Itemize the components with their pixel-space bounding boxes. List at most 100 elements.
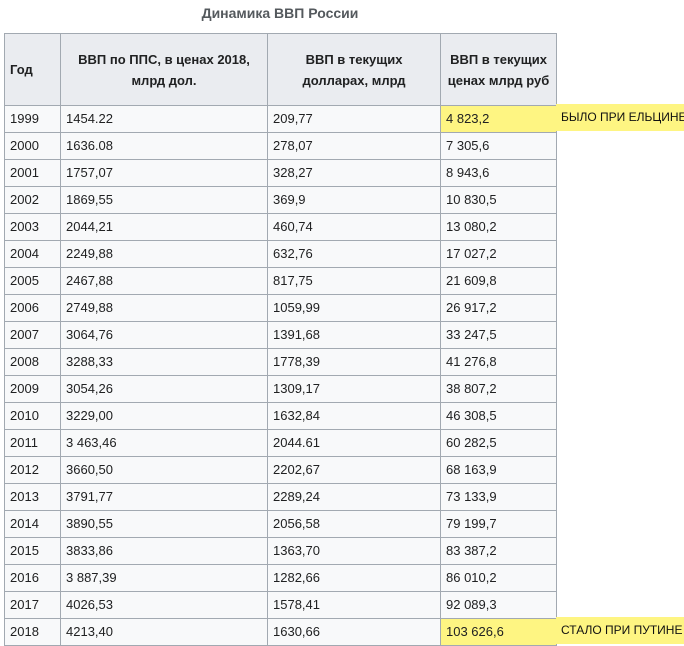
cell-year: 1999 (4, 105, 61, 133)
cell-year: 2011 (4, 429, 61, 457)
cell-usd: 369,9 (267, 186, 441, 214)
cell-year: 2014 (4, 510, 61, 538)
cell-usd: 1363,70 (267, 537, 441, 565)
cell-rub: 79 199,7 (440, 510, 557, 538)
cell-ppp: 3 463,46 (60, 429, 268, 457)
cell-ppp: 1454.22 (60, 105, 268, 133)
cell-rub: 83 387,2 (440, 537, 557, 565)
table-row: 2000 1636.08 278,07 7 305,6 (4, 132, 557, 160)
cell-rub: 17 027,2 (440, 240, 557, 268)
cell-rub: 21 609,8 (440, 267, 557, 295)
cell-year: 2009 (4, 375, 61, 403)
cell-ppp: 3064,76 (60, 321, 268, 349)
table-row: 2010 3229,00 1632,84 46 308,5 (4, 402, 557, 430)
table-row: 2016 3 887,39 1282,66 86 010,2 (4, 564, 557, 592)
cell-ppp: 3833,86 (60, 537, 268, 565)
cell-rub: 60 282,5 (440, 429, 557, 457)
cell-ppp: 1636.08 (60, 132, 268, 160)
cell-year: 2002 (4, 186, 61, 214)
cell-year: 2007 (4, 321, 61, 349)
cell-rub: 92 089,3 (440, 591, 557, 619)
cell-ppp: 2044,21 (60, 213, 268, 241)
table-row: 2013 3791,77 2289,24 73 133,9 (4, 483, 557, 511)
table-row: 2005 2467,88 817,75 21 609,8 (4, 267, 557, 295)
cell-ppp: 3660,50 (60, 456, 268, 484)
cell-usd: 1282,66 (267, 564, 441, 592)
header-year[interactable]: Год (4, 33, 61, 106)
cell-usd: 1778,39 (267, 348, 441, 376)
table-row: 2015 3833,86 1363,70 83 387,2 (4, 537, 557, 565)
cell-usd: 1391,68 (267, 321, 441, 349)
cell-ppp: 2467,88 (60, 267, 268, 295)
cell-year: 2017 (4, 591, 61, 619)
cell-usd: 1632,84 (267, 402, 441, 430)
cell-usd: 209,77 (267, 105, 441, 133)
cell-rub-highlighted: 4 823,2 (440, 105, 557, 133)
cell-ppp: 3890,55 (60, 510, 268, 538)
cell-ppp: 3 887,39 (60, 564, 268, 592)
cell-year: 2015 (4, 537, 61, 565)
cell-year: 2010 (4, 402, 61, 430)
cell-year: 2006 (4, 294, 61, 322)
table-caption: Динамика ВВП России (201, 5, 359, 21)
cell-usd: 1630,66 (267, 618, 441, 646)
cell-year: 2000 (4, 132, 61, 160)
cell-usd: 460,74 (267, 213, 441, 241)
cell-usd: 328,27 (267, 159, 441, 187)
cell-year: 2012 (4, 456, 61, 484)
cell-rub: 38 807,2 (440, 375, 557, 403)
cell-usd: 1578,41 (267, 591, 441, 619)
gdp-table: Год ВВП по ППС, в ценах 2018, млрд дол. … (4, 33, 557, 646)
table-row: 2009 3054,26 1309,17 38 807,2 (4, 375, 557, 403)
cell-ppp: 2749,88 (60, 294, 268, 322)
table-row: 2011 3 463,46 2044.61 60 282,5 (4, 429, 557, 457)
cell-rub: 8 943,6 (440, 159, 557, 187)
cell-year: 2013 (4, 483, 61, 511)
cell-rub: 41 276,8 (440, 348, 557, 376)
table-row: 2017 4026,53 1578,41 92 089,3 (4, 591, 557, 619)
cell-year: 2008 (4, 348, 61, 376)
cell-year: 2003 (4, 213, 61, 241)
table-row: 2008 3288,33 1778,39 41 276,8 (4, 348, 557, 376)
table-header-row: Год ВВП по ППС, в ценах 2018, млрд дол. … (4, 33, 557, 106)
cell-usd: 1059,99 (267, 294, 441, 322)
cell-year: 2016 (4, 564, 61, 592)
cell-year: 2004 (4, 240, 61, 268)
header-rub[interactable]: ВВП в текущих ценах млрд руб (440, 33, 557, 106)
cell-rub: 86 010,2 (440, 564, 557, 592)
table-row: 2006 2749,88 1059,99 26 917,2 (4, 294, 557, 322)
header-usd[interactable]: ВВП в текущих долларах, млрд (267, 33, 441, 106)
cell-usd: 278,07 (267, 132, 441, 160)
cell-ppp: 2249,88 (60, 240, 268, 268)
table-row: 2018 4213,40 1630,66 103 626,6 (4, 618, 557, 646)
table-row: 2012 3660,50 2202,67 68 163,9 (4, 456, 557, 484)
table-row: 2004 2249,88 632,76 17 027,2 (4, 240, 557, 268)
table-row: 2003 2044,21 460,74 13 080,2 (4, 213, 557, 241)
cell-usd: 2044.61 (267, 429, 441, 457)
cell-ppp: 1869,55 (60, 186, 268, 214)
cell-ppp: 4213,40 (60, 618, 268, 646)
header-ppp[interactable]: ВВП по ППС, в ценах 2018, млрд дол. (60, 33, 268, 106)
cell-usd: 2056,58 (267, 510, 441, 538)
cell-usd: 2289,24 (267, 483, 441, 511)
cell-year: 2001 (4, 159, 61, 187)
table-row: 2002 1869,55 369,9 10 830,5 (4, 186, 557, 214)
cell-usd: 1309,17 (267, 375, 441, 403)
cell-rub: 46 308,5 (440, 402, 557, 430)
cell-rub: 33 247,5 (440, 321, 557, 349)
cell-ppp: 4026,53 (60, 591, 268, 619)
annotation-putin: СТАЛО ПРИ ПУТИНЕ (556, 617, 684, 644)
cell-rub: 68 163,9 (440, 456, 557, 484)
cell-ppp: 1757,07 (60, 159, 268, 187)
cell-rub: 26 917,2 (440, 294, 557, 322)
cell-usd: 632,76 (267, 240, 441, 268)
cell-usd: 2202,67 (267, 456, 441, 484)
cell-ppp: 3791,77 (60, 483, 268, 511)
cell-ppp: 3229,00 (60, 402, 268, 430)
annotation-yeltsin: БЫЛО ПРИ ЕЛЬЦИНЕ (556, 104, 684, 131)
cell-rub: 10 830,5 (440, 186, 557, 214)
cell-rub: 73 133,9 (440, 483, 557, 511)
table-row: 2001 1757,07 328,27 8 943,6 (4, 159, 557, 187)
cell-usd: 817,75 (267, 267, 441, 295)
cell-ppp: 3054,26 (60, 375, 268, 403)
